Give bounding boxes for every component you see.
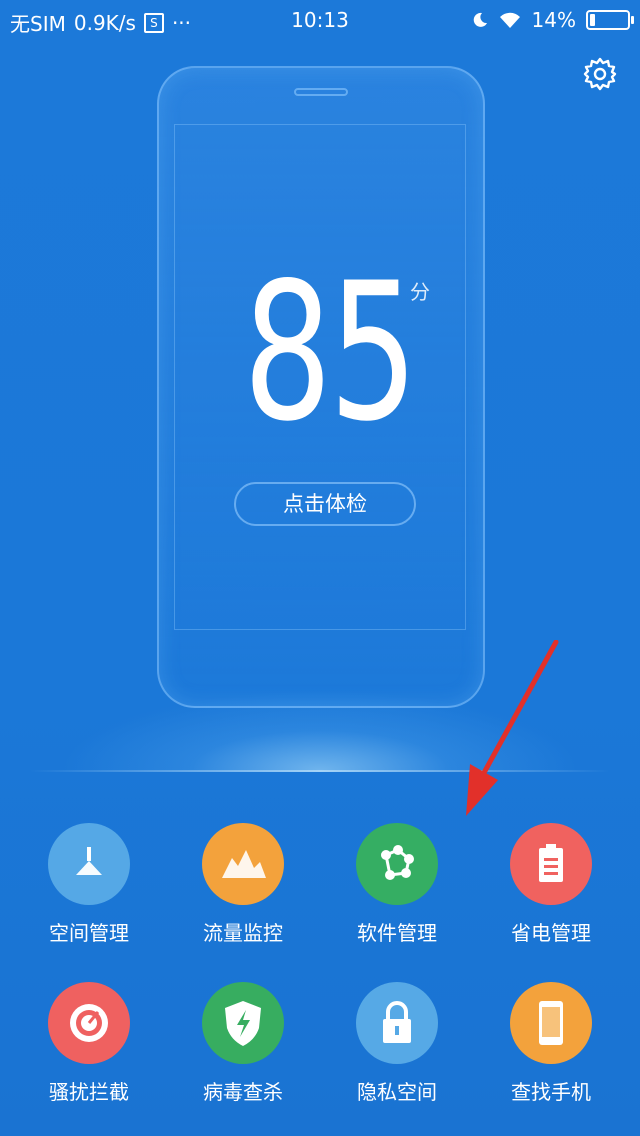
tool-label: 软件管理 bbox=[357, 921, 437, 945]
battery-icon bbox=[586, 10, 634, 30]
tool-traffic-monitor[interactable]: 流量监控 bbox=[178, 823, 308, 963]
shield-bolt-icon bbox=[202, 982, 284, 1064]
tool-power-saving[interactable]: 省电管理 bbox=[486, 823, 616, 963]
tool-label: 空间管理 bbox=[49, 921, 129, 945]
battery-saver-icon bbox=[510, 823, 592, 905]
check-up-button[interactable]: 点击体检 bbox=[234, 482, 416, 526]
tool-label: 查找手机 bbox=[511, 1080, 591, 1104]
score-unit: 分 bbox=[410, 280, 430, 304]
tool-find-phone[interactable]: 查找手机 bbox=[486, 982, 616, 1122]
tool-harassment-block[interactable]: 骚扰拦截 bbox=[24, 982, 154, 1122]
status-right: 14% bbox=[472, 8, 634, 32]
battery-percent: 14% bbox=[531, 8, 576, 32]
wifi-icon bbox=[499, 12, 520, 28]
traffic-chart-icon bbox=[202, 823, 284, 905]
tool-software-management[interactable]: 软件管理 bbox=[332, 823, 462, 963]
phone-illustration: 85 分 点击体检 bbox=[157, 66, 485, 708]
tool-label: 隐私空间 bbox=[357, 1080, 437, 1104]
software-network-icon bbox=[356, 823, 438, 905]
broom-icon bbox=[48, 823, 130, 905]
battery-fill bbox=[590, 14, 596, 26]
tool-private-space[interactable]: 隐私空间 bbox=[332, 982, 462, 1122]
phone-speaker bbox=[294, 88, 348, 96]
find-phone-icon bbox=[510, 982, 592, 1064]
tool-virus-scan[interactable]: 病毒查杀 bbox=[178, 982, 308, 1122]
moon-icon bbox=[473, 12, 487, 27]
status-bar: 无SIM 0.9K/s S ··· 10:13 14% bbox=[0, 0, 640, 40]
tool-label: 省电管理 bbox=[511, 921, 591, 945]
tool-label: 流量监控 bbox=[203, 921, 283, 945]
tool-space-management[interactable]: 空间管理 bbox=[24, 823, 154, 963]
tool-label: 骚扰拦截 bbox=[49, 1080, 129, 1104]
red-arrow-annotation bbox=[466, 640, 559, 816]
tool-label: 病毒查杀 bbox=[203, 1080, 283, 1104]
lock-icon bbox=[356, 982, 438, 1064]
gear-icon[interactable] bbox=[583, 57, 617, 91]
block-call-icon bbox=[48, 982, 130, 1064]
health-score: 85 bbox=[243, 242, 418, 463]
